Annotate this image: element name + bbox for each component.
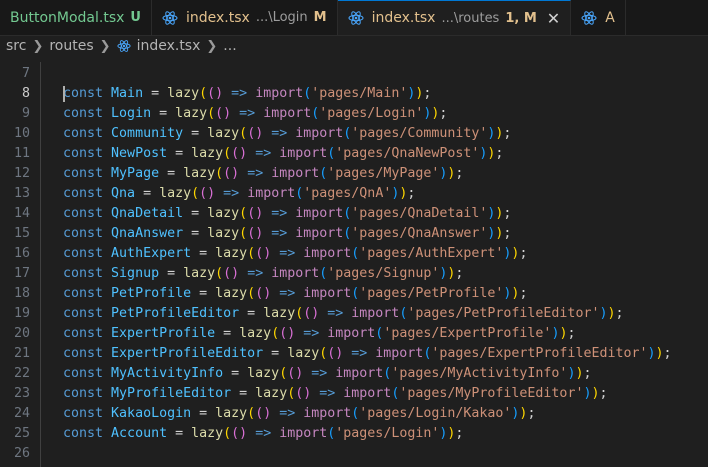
tab-1[interactable]: index.tsx ...\Login M	[152, 0, 338, 35]
code-text: const Qna = lazy(() => import('pages/QnA…	[63, 186, 416, 201]
breadcrumb-src[interactable]: src	[6, 38, 26, 54]
chevron-right-icon: ❯	[206, 38, 218, 54]
tab-2[interactable]: index.tsx ...\routes 1, M ✕	[337, 0, 572, 35]
line-number: 15	[13, 226, 30, 241]
breadcrumb: src ❯ routes ❯ index.tsx ❯ ...	[0, 35, 708, 57]
code-text: const ExpertProfileEditor = lazy(() => i…	[63, 346, 672, 361]
code-text: const QnaAnswer = lazy(() => import('pag…	[63, 226, 512, 241]
code-text: const MyProfileEditor = lazy(() => impor…	[63, 386, 608, 401]
react-icon	[581, 10, 597, 25]
code-line[interactable]: 22 const MyActivityInfo = lazy(() => impo…	[0, 364, 708, 384]
code-text: const Community = lazy(() => import('pag…	[63, 126, 512, 141]
code-line[interactable]: 24 const KakaoLogin = lazy(() => import('…	[0, 404, 708, 424]
line-number: 8	[21, 86, 30, 101]
line-number: 24	[13, 406, 30, 421]
close-icon[interactable]: ✕	[547, 9, 560, 28]
code-line[interactable]: 21 const ExpertProfileEditor = lazy(() =>…	[0, 344, 708, 364]
tab-label: A	[605, 9, 615, 26]
code-line[interactable]: 23 const MyProfileEditor = lazy(() => imp…	[0, 384, 708, 404]
code-line[interactable]: 9 const Login = lazy(() => import('pages/…	[0, 104, 708, 124]
line-number: 22	[13, 366, 30, 381]
tab-label: ButtonModal.tsx	[10, 9, 125, 26]
code-line[interactable]: 12 const MyPage = lazy(() => import('page…	[0, 164, 708, 184]
code-line[interactable]: 19 const PetProfileEditor = lazy(() => im…	[0, 304, 708, 324]
line-number: 18	[13, 286, 30, 301]
line-number: 21	[13, 346, 30, 361]
line-number: 11	[13, 146, 30, 161]
code-text: const MyActivityInfo = lazy(() => import…	[63, 366, 592, 381]
react-icon	[348, 11, 364, 25]
code-text: const Signup = lazy(() => import('pages/…	[63, 266, 464, 281]
line-number: 7	[21, 66, 30, 81]
line-number: 9	[21, 106, 30, 121]
code-line[interactable]: 26	[0, 444, 708, 464]
tab-description: ...\Login	[255, 10, 308, 25]
code-text: const ExpertProfile = lazy(() => import(…	[63, 326, 576, 341]
code-line[interactable]: 11 const NewPost = lazy(() => import('pag…	[0, 144, 708, 164]
line-number: 13	[13, 186, 30, 201]
code-text: const NewPost = lazy(() => import('pages…	[63, 146, 504, 161]
code-text: const Login = lazy(() => import('pages/L…	[63, 106, 448, 121]
code-editor[interactable]: 7 8 const Main = lazy(() => import('pages/…	[0, 62, 708, 467]
react-icon	[162, 10, 178, 25]
tab-badge: U	[130, 10, 141, 25]
react-icon	[117, 40, 131, 52]
code-text: const PetProfileEditor = lazy(() => impo…	[63, 306, 624, 321]
code-text: const Main = lazy(() => import('pages/Ma…	[63, 86, 432, 101]
code-line[interactable]: 8 const Main = lazy(() => import('pages/M…	[0, 84, 708, 104]
line-number: 17	[13, 266, 30, 281]
code-line[interactable]: 17 const Signup = lazy(() => import('page…	[0, 264, 708, 284]
code-line[interactable]: 16 const AuthExpert = lazy(() => import('…	[0, 244, 708, 264]
tab-label: index.tsx	[185, 9, 250, 26]
code-text: const AuthExpert = lazy(() => import('pa…	[63, 246, 528, 261]
line-number: 25	[13, 426, 30, 441]
chevron-right-icon: ❯	[32, 38, 44, 54]
code-line[interactable]: 18 const PetProfile = lazy(() => import('…	[0, 284, 708, 304]
line-number: 26	[13, 446, 30, 461]
code-line[interactable]: 10 const Community = lazy(() => import('p…	[0, 124, 708, 144]
line-number: 10	[13, 126, 30, 141]
line-number: 14	[13, 206, 30, 221]
code-text: const MyPage = lazy(() => import('pages/…	[63, 166, 464, 181]
breadcrumb-symbol[interactable]: ...	[223, 38, 236, 54]
line-number: 12	[13, 166, 30, 181]
text-cursor	[63, 86, 65, 102]
breadcrumb-routes[interactable]: routes	[49, 38, 93, 54]
editor-tab-bar: ButtonModal.tsx Uindex.tsx ...\Login Mindex…	[0, 0, 708, 36]
code-text: const QnaDetail = lazy(() => import('pag…	[63, 206, 512, 221]
tab-description: ...\routes	[441, 10, 500, 26]
code-line[interactable]: 20 const ExpertProfile = lazy(() => impor…	[0, 324, 708, 344]
tab-3[interactable]: A	[571, 0, 626, 35]
code-text: const KakaoLogin = lazy(() => import('pa…	[63, 406, 536, 421]
tab-badge: 1, M	[505, 10, 537, 26]
code-line[interactable]: 14 const QnaDetail = lazy(() => import('p…	[0, 204, 708, 224]
line-number: 20	[13, 326, 30, 341]
code-line[interactable]: 25 const Account = lazy(() => import('pag…	[0, 424, 708, 444]
code-line[interactable]: 13 const Qna = lazy(() => import('pages/Q…	[0, 184, 708, 204]
code-text: const PetProfile = lazy(() => import('pa…	[63, 286, 528, 301]
tab-0[interactable]: ButtonModal.tsx U	[0, 0, 152, 35]
line-number: 16	[13, 246, 30, 261]
line-number: 23	[13, 386, 30, 401]
tab-label: index.tsx	[371, 10, 436, 26]
code-line[interactable]: 15 const QnaAnswer = lazy(() => import('p…	[0, 224, 708, 244]
tab-badge: M	[313, 10, 327, 25]
line-number: 19	[13, 306, 30, 321]
breadcrumb-file[interactable]: index.tsx	[137, 38, 201, 54]
chevron-right-icon: ❯	[99, 38, 111, 54]
code-line[interactable]: 7	[0, 64, 708, 84]
code-text: const Account = lazy(() => import('pages…	[63, 426, 464, 441]
